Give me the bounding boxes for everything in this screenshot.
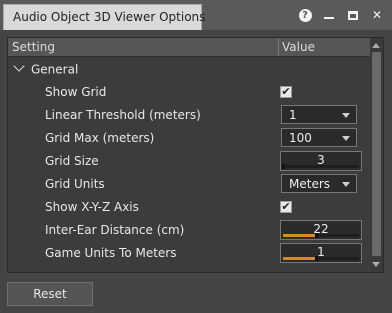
setting-label: Show Grid [45, 85, 107, 99]
properties-panel: Setting Value General Show Grid ✔ Linear T… [7, 37, 384, 273]
setting-checkbox[interactable]: ✔ [280, 86, 292, 98]
setting-row[interactable]: Show Grid ✔ [8, 81, 370, 103]
column-divider[interactable] [278, 38, 279, 56]
slider-track[interactable] [283, 233, 359, 238]
setting-row[interactable]: Grid Units Meters [8, 173, 370, 195]
setting-label: Show X-Y-Z Axis [45, 200, 139, 214]
close-button[interactable]: ✕ [368, 6, 386, 24]
slider-track[interactable] [283, 256, 359, 261]
help-icon: ? [298, 8, 312, 22]
chevron-down-icon [342, 182, 350, 187]
group-label: General [31, 62, 79, 77]
chevron-down-icon [342, 113, 350, 118]
help-button[interactable]: ? [296, 6, 314, 24]
value-column-header[interactable]: Value [282, 40, 315, 54]
chevron-down-icon[interactable] [13, 60, 25, 72]
slider-fill [283, 234, 317, 237]
scroll-down-icon[interactable] [372, 262, 380, 267]
slider-handle[interactable] [282, 164, 285, 169]
setting-row[interactable]: Inter-Ear Distance (cm) 22 [8, 219, 370, 241]
window-controls: ? ✕ [296, 4, 386, 26]
vertical-scrollbar[interactable] [370, 38, 383, 272]
setting-number-slider[interactable]: 22 [280, 220, 362, 240]
group-general[interactable]: General [13, 60, 79, 77]
scrollbar-thumb[interactable] [372, 52, 381, 256]
slider-handle[interactable] [315, 256, 319, 261]
dropdown-value: 1 [289, 108, 297, 122]
setting-row[interactable]: Show X-Y-Z Axis ✔ [8, 196, 370, 218]
slider-fill [283, 257, 317, 260]
checkmark-icon: ✔ [281, 200, 291, 213]
setting-column-header[interactable]: Setting [12, 40, 55, 54]
table-header: Setting Value [8, 38, 370, 57]
setting-number-slider[interactable]: 1 [280, 243, 362, 263]
dropdown-value: Meters [289, 177, 331, 191]
setting-row[interactable]: Grid Size 3 [8, 150, 370, 172]
maximize-button[interactable] [344, 6, 362, 24]
setting-row[interactable]: Linear Threshold (meters) 1 [8, 104, 370, 126]
group-row-general[interactable]: General [8, 58, 370, 80]
options-window: Audio Object 3D Viewer Options ? ✕ Setti… [0, 0, 392, 313]
setting-row[interactable]: Grid Max (meters) 100 [8, 127, 370, 149]
setting-dropdown[interactable]: 1 [281, 105, 357, 124]
setting-row[interactable]: Game Units To Meters 1 [8, 242, 370, 264]
title-bar: Audio Object 3D Viewer Options ? ✕ [0, 0, 392, 30]
window-title-tab[interactable]: Audio Object 3D Viewer Options [3, 4, 206, 30]
minimize-button[interactable] [320, 6, 338, 24]
setting-label: Game Units To Meters [45, 246, 177, 260]
slider-handle[interactable] [315, 233, 319, 238]
setting-label: Grid Units [45, 177, 105, 191]
setting-checkbox[interactable]: ✔ [280, 201, 292, 213]
slider-track[interactable] [282, 164, 359, 169]
window-title: Audio Object 3D Viewer Options [13, 10, 206, 24]
setting-label: Grid Max (meters) [45, 131, 155, 145]
setting-label: Grid Size [45, 154, 99, 168]
minimize-icon [324, 17, 334, 19]
maximize-icon [348, 10, 358, 20]
scroll-up-icon[interactable] [372, 43, 380, 48]
chevron-down-icon [342, 136, 350, 141]
dropdown-value: 100 [289, 131, 312, 145]
checkmark-icon: ✔ [281, 85, 291, 98]
setting-dropdown[interactable]: 100 [281, 128, 357, 147]
setting-number-slider[interactable]: 3 [280, 151, 362, 171]
setting-dropdown[interactable]: Meters [281, 174, 357, 193]
reset-button[interactable]: Reset [7, 282, 93, 306]
close-icon: ✕ [371, 8, 383, 22]
setting-label: Inter-Ear Distance (cm) [45, 223, 185, 237]
setting-label: Linear Threshold (meters) [45, 108, 201, 122]
